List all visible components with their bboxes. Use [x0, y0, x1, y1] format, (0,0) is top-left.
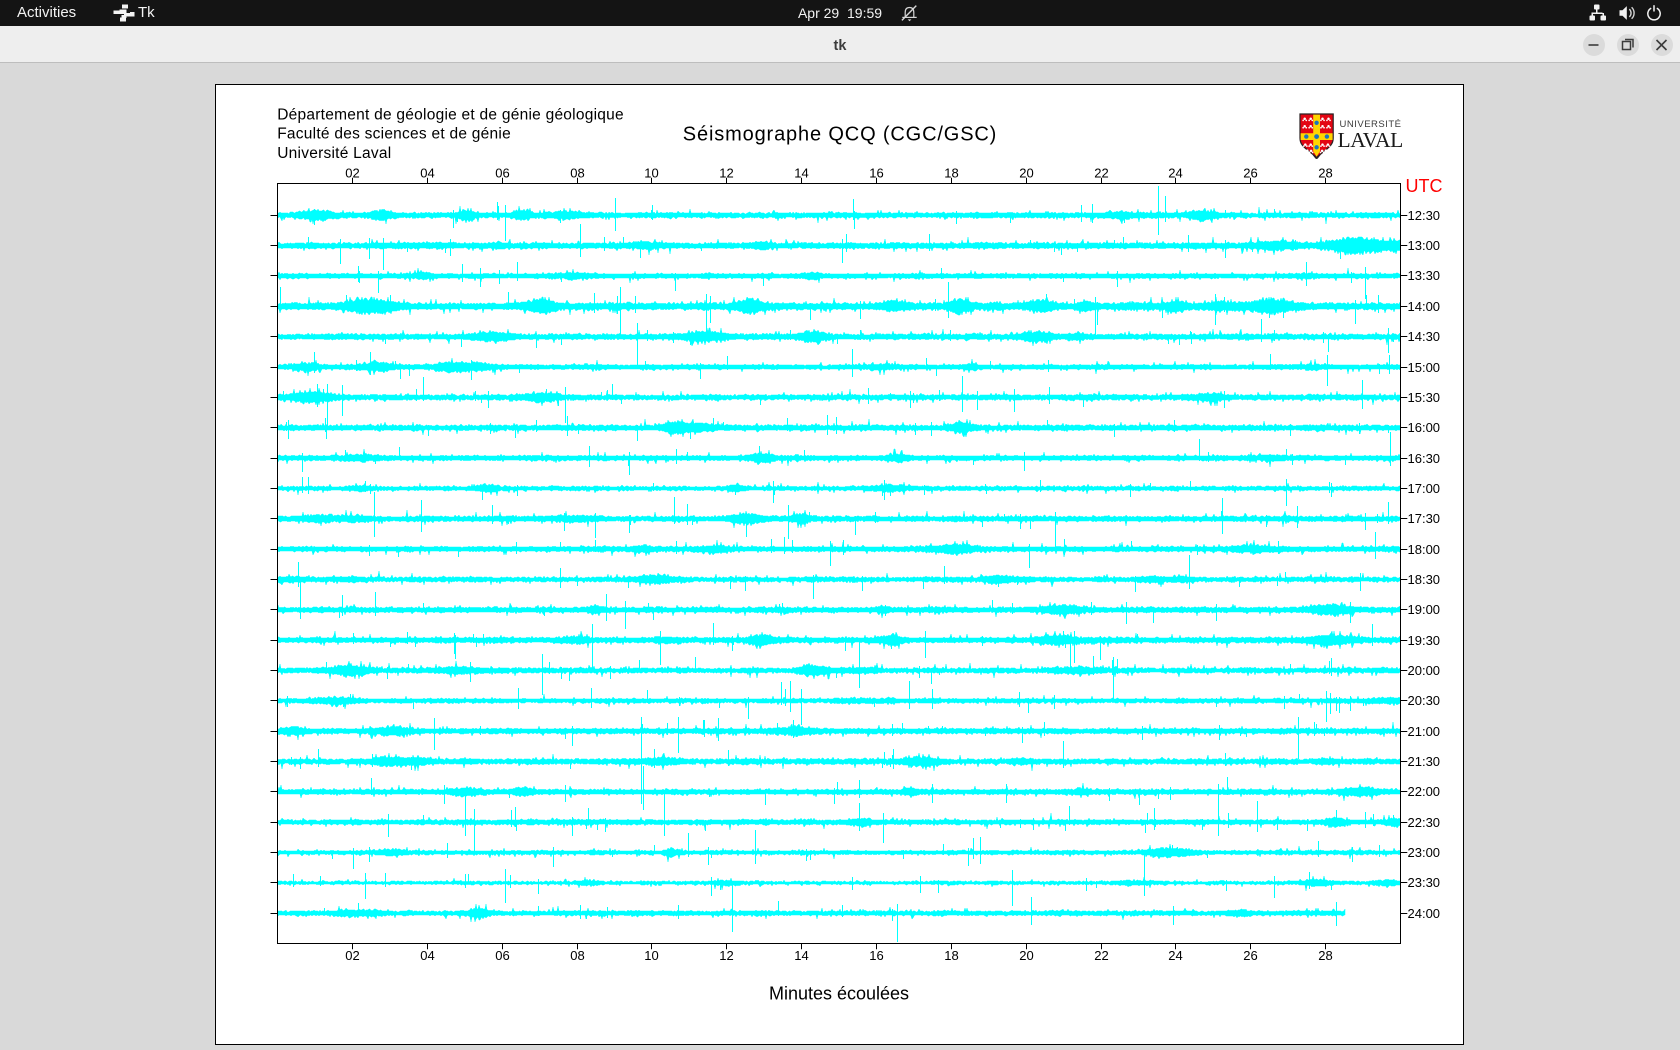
- svg-text:23:30: 23:30: [1408, 875, 1441, 890]
- svg-text:16: 16: [869, 948, 883, 963]
- svg-text:04: 04: [420, 948, 434, 963]
- svg-text:14:30: 14:30: [1408, 329, 1441, 344]
- svg-text:UTC: UTC: [1406, 176, 1443, 196]
- svg-text:12: 12: [719, 948, 733, 963]
- svg-text:22:30: 22:30: [1408, 815, 1441, 830]
- svg-text:08: 08: [570, 948, 584, 963]
- svg-text:24:00: 24:00: [1408, 906, 1441, 921]
- svg-text:Faculté des sciences et de gén: Faculté des sciences et de génie: [277, 126, 511, 143]
- svg-text:20:30: 20:30: [1408, 693, 1441, 708]
- svg-text:17:00: 17:00: [1408, 481, 1441, 496]
- svg-text:Département de géologie et de: Département de géologie et de génie géol…: [277, 107, 624, 124]
- svg-text:18: 18: [944, 948, 958, 963]
- svg-text:15:00: 15:00: [1408, 360, 1441, 375]
- svg-text:26: 26: [1243, 948, 1257, 963]
- svg-text:19:00: 19:00: [1408, 602, 1441, 617]
- svg-text:20:00: 20:00: [1408, 663, 1441, 678]
- svg-text:21:30: 21:30: [1408, 754, 1441, 769]
- svg-text:Séismographe QCQ (CGC/GSC): Séismographe QCQ (CGC/GSC): [683, 124, 997, 146]
- svg-text:12:30: 12:30: [1408, 208, 1441, 223]
- svg-text:02: 02: [345, 948, 359, 963]
- svg-text:13:00: 13:00: [1408, 238, 1441, 253]
- svg-text:19:30: 19:30: [1408, 633, 1441, 648]
- svg-text:21:00: 21:00: [1408, 724, 1441, 739]
- svg-text:18:00: 18:00: [1408, 542, 1441, 557]
- svg-text:06: 06: [495, 948, 509, 963]
- svg-text:16:30: 16:30: [1408, 451, 1441, 466]
- svg-text:22:00: 22:00: [1408, 784, 1441, 799]
- svg-text:23:00: 23:00: [1408, 845, 1441, 860]
- svg-text:16:00: 16:00: [1408, 420, 1441, 435]
- svg-text:Minutes écoulées: Minutes écoulées: [769, 984, 909, 1004]
- svg-text:Université Laval: Université Laval: [277, 145, 391, 162]
- svg-text:10: 10: [644, 948, 658, 963]
- svg-text:14:00: 14:00: [1408, 299, 1441, 314]
- svg-text:22: 22: [1094, 948, 1108, 963]
- svg-text:28: 28: [1318, 948, 1332, 963]
- svg-text:24: 24: [1168, 948, 1182, 963]
- svg-text:20: 20: [1019, 948, 1033, 963]
- svg-text:13:30: 13:30: [1408, 268, 1441, 283]
- svg-text:15:30: 15:30: [1408, 390, 1441, 405]
- svg-text:18:30: 18:30: [1408, 572, 1441, 587]
- svg-text:LAVAL: LAVAL: [1338, 128, 1403, 152]
- svg-text:17:30: 17:30: [1408, 511, 1441, 526]
- svg-text:14: 14: [794, 948, 808, 963]
